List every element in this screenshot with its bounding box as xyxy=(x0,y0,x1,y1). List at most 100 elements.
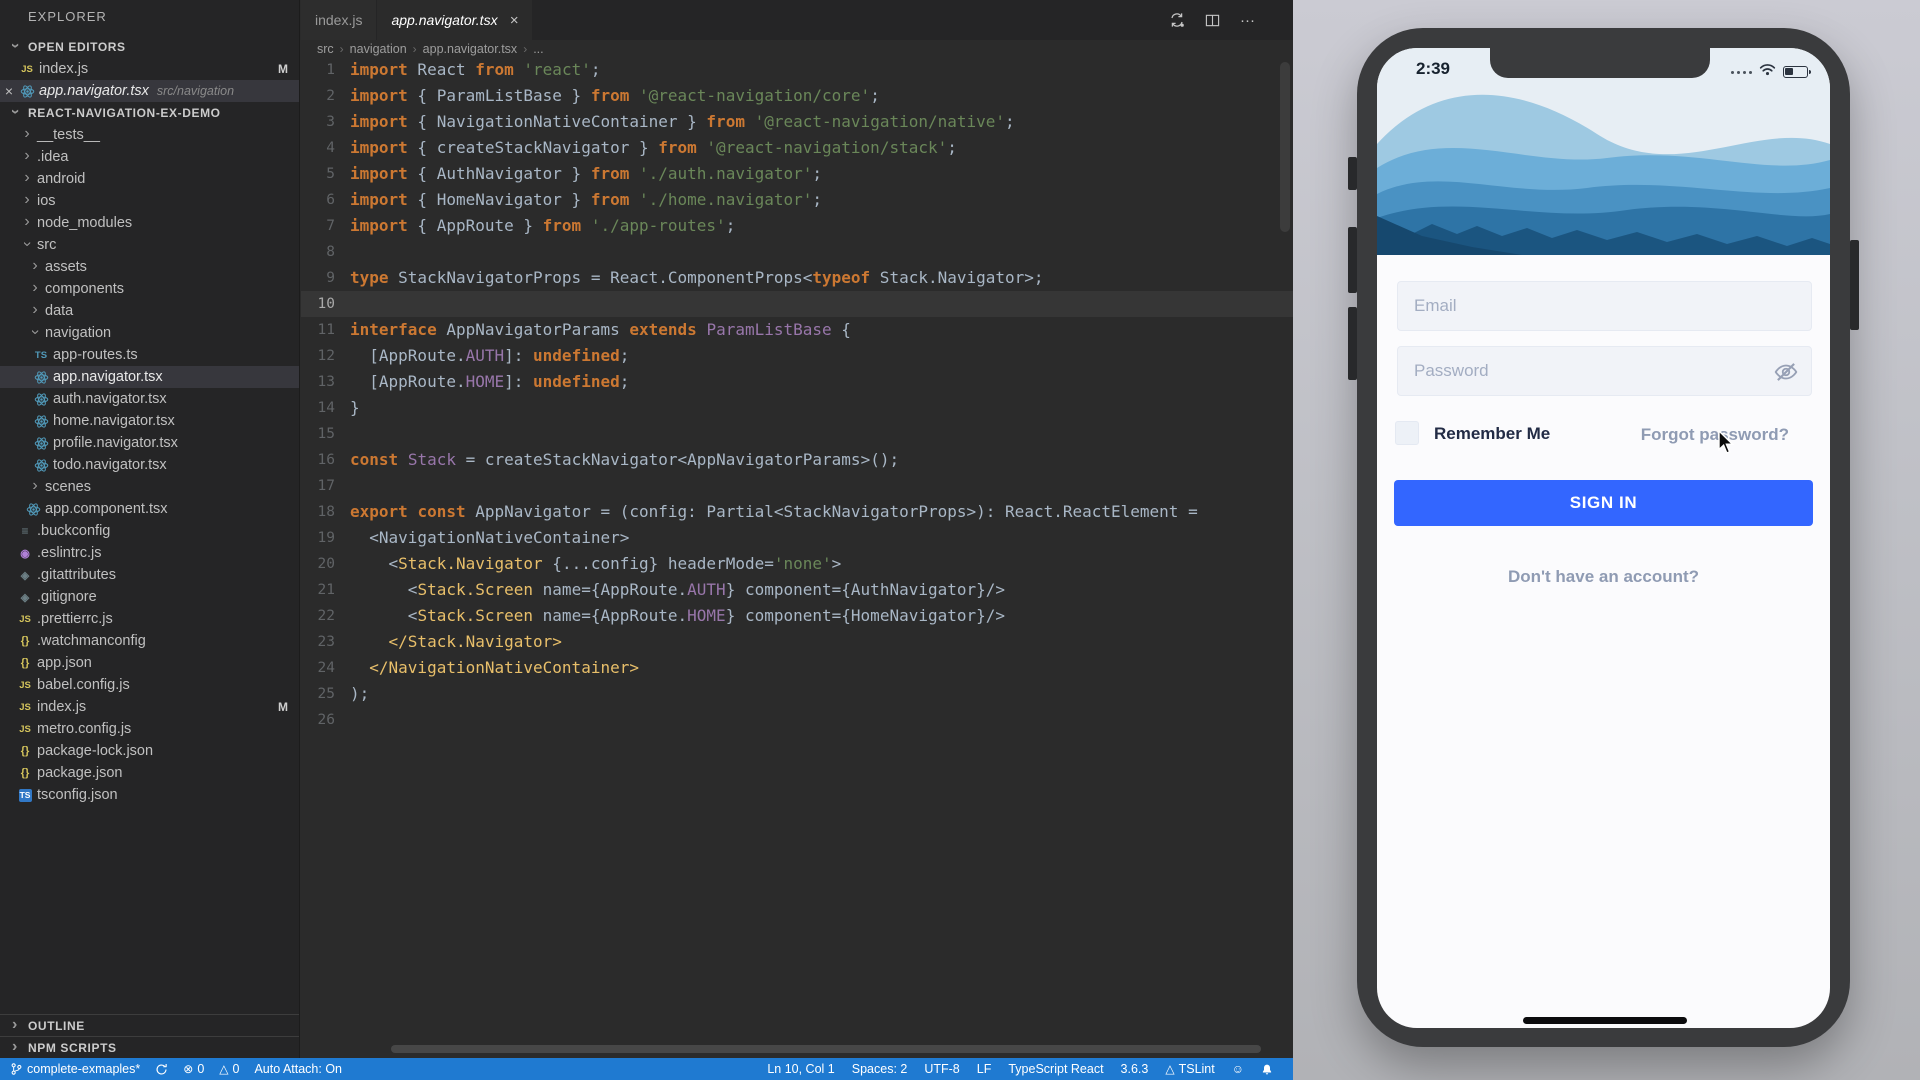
tab-app.navigator.tsx[interactable]: app.navigator.tsx× xyxy=(377,0,533,40)
code-line-20[interactable]: 20 <Stack.Navigator {...config} headerMo… xyxy=(301,551,1293,577)
status-item-auto-attach-on[interactable]: Auto Attach: On xyxy=(254,1062,342,1076)
home-indicator[interactable] xyxy=(1523,1017,1687,1024)
code-line-10[interactable]: 10 xyxy=(301,291,1293,317)
tree-item-metro.config.js[interactable]: JSmetro.config.js xyxy=(0,718,299,740)
status-item-0[interactable]: ⊗0 xyxy=(183,1062,204,1076)
breadcrumb-item-app.navigator.tsx[interactable]: app.navigator.tsx xyxy=(423,42,518,56)
tab-index.js[interactable]: index.js xyxy=(301,0,377,40)
tree-item-.gitattributes[interactable]: ◈.gitattributes xyxy=(0,564,299,586)
code-line-18[interactable]: 18export const AppNavigator = (config: P… xyxy=(301,499,1293,525)
close-icon[interactable]: × xyxy=(0,83,18,99)
open-editor-index.js[interactable]: JSindex.jsM xyxy=(0,58,299,80)
tree-item-data[interactable]: ›data xyxy=(0,300,299,322)
code-line-15[interactable]: 15 xyxy=(301,421,1293,447)
password-input[interactable] xyxy=(1398,347,1811,395)
tree-item-.gitignore[interactable]: ◈.gitignore xyxy=(0,586,299,608)
tree-item-app-routes.ts[interactable]: TSapp-routes.ts xyxy=(0,344,299,366)
tree-item-package.json[interactable]: {}package.json xyxy=(0,762,299,784)
tree-item-profile.navigator.tsx[interactable]: profile.navigator.tsx xyxy=(0,432,299,454)
compare-icon[interactable] xyxy=(1169,12,1185,28)
code-line-16[interactable]: 16const Stack = createStackNavigator<App… xyxy=(301,447,1293,473)
status-item-smiley[interactable]: ☺ xyxy=(1232,1062,1244,1076)
tree-item-.watchmanconfig[interactable]: {}.watchmanconfig xyxy=(0,630,299,652)
tree-item-__tests__[interactable]: ›__tests__ xyxy=(0,124,299,146)
eye-off-icon[interactable] xyxy=(1773,359,1799,390)
code-area[interactable]: 1import React from 'react';2import { Par… xyxy=(301,57,1293,733)
split-icon[interactable] xyxy=(1205,13,1220,28)
project-root-header[interactable]: › REACT-NAVIGATION-EX-DEMO xyxy=(0,102,299,124)
code-line-4[interactable]: 4import { createStackNavigator } from '@… xyxy=(301,135,1293,161)
tree-item-.buckconfig[interactable]: ≡.buckconfig xyxy=(0,520,299,542)
code-line-7[interactable]: 7import { AppRoute } from './app-routes'… xyxy=(301,213,1293,239)
sidebar-section-outline[interactable]: ›OUTLINE xyxy=(0,1014,299,1036)
more-icon[interactable]: ··· xyxy=(1240,12,1255,29)
status-item-bell[interactable] xyxy=(1261,1063,1273,1076)
code-line-22[interactable]: 22 <Stack.Screen name={AppRoute.HOME} co… xyxy=(301,603,1293,629)
status-item-tslint[interactable]: △TSLint xyxy=(1165,1062,1214,1076)
status-item-3-6-3[interactable]: 3.6.3 xyxy=(1121,1062,1149,1076)
editor-vertical-scrollbar[interactable] xyxy=(1280,62,1290,232)
tree-item-.eslintrc.js[interactable]: ◉.eslintrc.js xyxy=(0,542,299,564)
tree-item-app.navigator.tsx[interactable]: app.navigator.tsx xyxy=(0,366,299,388)
tree-item-.idea[interactable]: ›.idea xyxy=(0,146,299,168)
status-item-complete-exmaples-[interactable]: complete-exmaples* xyxy=(10,1062,140,1076)
tree-item-app.component.tsx[interactable]: app.component.tsx xyxy=(0,498,299,520)
status-item-sync[interactable] xyxy=(155,1063,168,1076)
signup-link[interactable]: Don't have an account? xyxy=(1377,567,1830,587)
breadcrumb-item-src[interactable]: src xyxy=(317,42,334,56)
status-item-0[interactable]: △0 xyxy=(219,1062,239,1076)
code-line-13[interactable]: 13 [AppRoute.HOME]: undefined; xyxy=(301,369,1293,395)
tree-item-index.js[interactable]: JSindex.jsM xyxy=(0,696,299,718)
tree-item-todo.navigator.tsx[interactable]: todo.navigator.tsx xyxy=(0,454,299,476)
status-item-utf-8[interactable]: UTF-8 xyxy=(924,1062,959,1076)
code-line-9[interactable]: 9type StackNavigatorProps = React.Compon… xyxy=(301,265,1293,291)
code-line-14[interactable]: 14} xyxy=(301,395,1293,421)
code-line-8[interactable]: 8 xyxy=(301,239,1293,265)
email-input[interactable] xyxy=(1398,282,1811,330)
code-line-11[interactable]: 11interface AppNavigatorParams extends P… xyxy=(301,317,1293,343)
tree-item-assets[interactable]: ›assets xyxy=(0,256,299,278)
tree-item-babel.config.js[interactable]: JSbabel.config.js xyxy=(0,674,299,696)
tree-item-app.json[interactable]: {}app.json xyxy=(0,652,299,674)
tree-item-.prettierrc.js[interactable]: JS.prettierrc.js xyxy=(0,608,299,630)
code-line-21[interactable]: 21 <Stack.Screen name={AppRoute.AUTH} co… xyxy=(301,577,1293,603)
tree-item-android[interactable]: ›android xyxy=(0,168,299,190)
tree-item-label: app-routes.ts xyxy=(53,347,138,363)
editor-horizontal-scrollbar[interactable] xyxy=(391,1045,1261,1053)
tree-item-home.navigator.tsx[interactable]: home.navigator.tsx xyxy=(0,410,299,432)
code-line-24[interactable]: 24 </NavigationNativeContainer> xyxy=(301,655,1293,681)
tree-item-ios[interactable]: ›ios xyxy=(0,190,299,212)
code-line-19[interactable]: 19 <NavigationNativeContainer> xyxy=(301,525,1293,551)
code-line-25[interactable]: 25); xyxy=(301,681,1293,707)
breadcrumb-item-...[interactable]: ... xyxy=(533,42,543,56)
open-editors-header[interactable]: › OPEN EDITORS xyxy=(0,36,299,58)
code-line-12[interactable]: 12 [AppRoute.AUTH]: undefined; xyxy=(301,343,1293,369)
tree-item-package-lock.json[interactable]: {}package-lock.json xyxy=(0,740,299,762)
tree-item-tsconfig.json[interactable]: TStsconfig.json xyxy=(0,784,299,806)
open-editor-app.navigator.tsx[interactable]: ×app.navigator.tsxsrc/navigation xyxy=(0,80,299,102)
code-line-5[interactable]: 5import { AuthNavigator } from './auth.n… xyxy=(301,161,1293,187)
code-line-3[interactable]: 3import { NavigationNativeContainer } fr… xyxy=(301,109,1293,135)
code-line-1[interactable]: 1import React from 'react'; xyxy=(301,57,1293,83)
status-item-spaces-2[interactable]: Spaces: 2 xyxy=(852,1062,908,1076)
tree-item-node_modules[interactable]: ›node_modules xyxy=(0,212,299,234)
tree-item-auth.navigator.tsx[interactable]: auth.navigator.tsx xyxy=(0,388,299,410)
code-line-23[interactable]: 23 </Stack.Navigator> xyxy=(301,629,1293,655)
sidebar-section-npm-scripts[interactable]: ›NPM SCRIPTS xyxy=(0,1036,299,1058)
tree-item-src[interactable]: ›src xyxy=(0,234,299,256)
forgot-password-link[interactable]: Forgot password? xyxy=(1641,425,1789,445)
code-line-17[interactable]: 17 xyxy=(301,473,1293,499)
code-line-6[interactable]: 6import { HomeNavigator } from './home.n… xyxy=(301,187,1293,213)
breadcrumb-item-navigation[interactable]: navigation xyxy=(350,42,407,56)
close-icon[interactable]: × xyxy=(510,12,519,29)
status-item-typescript-react[interactable]: TypeScript React xyxy=(1008,1062,1103,1076)
status-item-lf[interactable]: LF xyxy=(977,1062,992,1076)
sign-in-button[interactable]: SIGN IN xyxy=(1394,480,1813,526)
tree-item-components[interactable]: ›components xyxy=(0,278,299,300)
status-item-ln-10-col-1[interactable]: Ln 10, Col 1 xyxy=(767,1062,834,1076)
remember-me-checkbox[interactable] xyxy=(1395,421,1419,445)
code-line-2[interactable]: 2import { ParamListBase } from '@react-n… xyxy=(301,83,1293,109)
tree-item-navigation[interactable]: ›navigation xyxy=(0,322,299,344)
tree-item-scenes[interactable]: ›scenes xyxy=(0,476,299,498)
code-line-26[interactable]: 26 xyxy=(301,707,1293,733)
